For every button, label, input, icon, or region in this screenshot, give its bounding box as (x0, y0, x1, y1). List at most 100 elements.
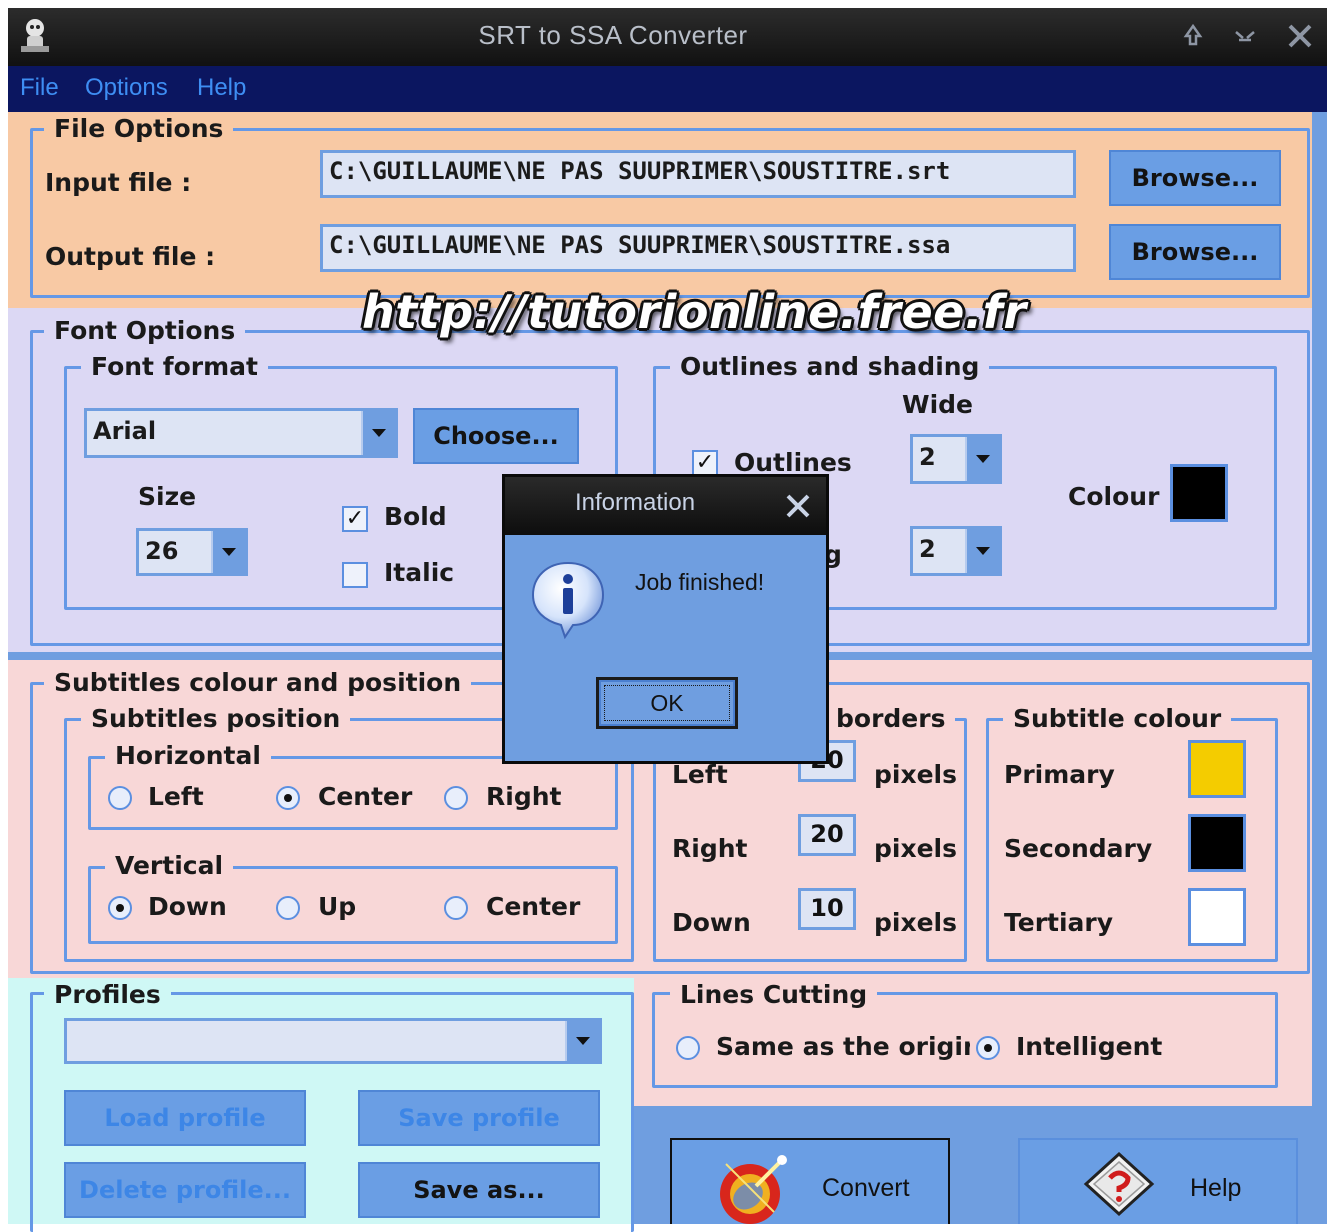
profile-select[interactable] (64, 1018, 602, 1064)
chevron-down-icon[interactable] (361, 411, 395, 455)
menu-help[interactable]: Help (197, 74, 246, 102)
lines-cutting-title: Lines Cutting (670, 980, 878, 1010)
h-left-radio[interactable] (108, 786, 132, 810)
lines-cutting-panel: Lines Cutting Same as the origina Intell… (634, 978, 1312, 1106)
v-center-label: Center (486, 892, 581, 921)
watermark-url: http://tutorionline.free.fr (362, 285, 1027, 339)
output-browse-button[interactable]: Browse... (1109, 224, 1281, 280)
chevron-down-icon[interactable] (965, 437, 999, 481)
italic-checkbox[interactable] (342, 562, 368, 588)
pin-icon[interactable] (1178, 22, 1208, 52)
size-select[interactable]: 26 (136, 528, 248, 576)
outlines-checkbox[interactable]: ✓ (692, 450, 718, 476)
intelligent-radio[interactable] (976, 1036, 1000, 1060)
help-button[interactable]: Help (1018, 1138, 1298, 1224)
bold-label: Bold (384, 502, 447, 531)
title-bar: SRT to SSA Converter (8, 8, 1327, 66)
input-browse-button[interactable]: Browse... (1109, 150, 1281, 206)
same-as-original-label: Same as the origina (716, 1032, 970, 1061)
italic-label: Italic (384, 558, 455, 587)
menu-bar: File Options Help (8, 66, 1327, 112)
delete-profile-button[interactable]: Delete profile... (64, 1162, 306, 1218)
subtitle-colour-title: Subtitle colour (1003, 704, 1232, 734)
chevron-down-icon[interactable] (211, 531, 245, 573)
outlines-label: Outlines (734, 448, 852, 477)
dialog-message: Job finished! (635, 569, 765, 595)
border-left-unit: pixels (874, 760, 957, 789)
ok-button[interactable]: OK (596, 677, 738, 729)
output-file-field[interactable]: C:\GUILLAUME\NE PAS SUUPRIMER\SOUSTITRE.… (320, 224, 1076, 272)
close-icon[interactable] (1284, 20, 1316, 52)
dialog-close-icon[interactable] (783, 491, 813, 521)
colour-label: Colour (1068, 482, 1160, 511)
minimize-icon[interactable] (1230, 22, 1260, 52)
ok-label: OK (650, 690, 684, 716)
v-up-label: Up (318, 892, 357, 921)
chevron-down-icon[interactable] (965, 529, 999, 573)
border-down-unit: pixels (874, 908, 957, 937)
file-options-title: File Options (44, 114, 234, 144)
vertical-title: Vertical (105, 851, 234, 881)
info-icon (529, 559, 607, 641)
same-as-original-radio[interactable] (676, 1036, 700, 1060)
bold-checkbox[interactable]: ✓ (342, 506, 368, 532)
font-select-value: Arial (93, 417, 157, 445)
horizontal-title: Horizontal (105, 741, 271, 771)
save-as-button[interactable]: Save as... (358, 1162, 600, 1218)
h-center-label: Center (318, 782, 413, 811)
file-options-panel: File Options Input file : C:\GUILLAUME\N… (8, 112, 1312, 308)
v-up-radio[interactable] (276, 896, 300, 920)
output-file-label: Output file : (45, 242, 216, 271)
tertiary-colour-label: Tertiary (1004, 908, 1114, 937)
v-down-label: Down (148, 892, 227, 921)
outline-colour-swatch[interactable] (1170, 464, 1228, 522)
v-down-radio[interactable] (108, 896, 132, 920)
font-options-title: Font Options (44, 316, 246, 346)
profiles-panel: Profiles Load profile Save profile Delet… (8, 978, 634, 1232)
dialog-title-bar: Information (505, 477, 826, 535)
outline-wide-select[interactable]: 2 (910, 434, 1002, 484)
choose-font-button[interactable]: Choose... (413, 408, 579, 464)
help-label: Help (1190, 1174, 1242, 1202)
border-down-label: Down (672, 908, 751, 937)
primary-colour-label: Primary (1004, 760, 1115, 789)
tertiary-colour-swatch[interactable] (1188, 888, 1246, 946)
h-right-radio[interactable] (444, 786, 468, 810)
chevron-down-icon[interactable] (565, 1021, 599, 1061)
size-label: Size (138, 482, 197, 511)
border-down-input[interactable]: 10 (798, 888, 856, 930)
menu-file[interactable]: File (20, 74, 59, 102)
save-profile-button[interactable]: Save profile (358, 1090, 600, 1146)
borders-title: borders (826, 704, 956, 734)
input-file-label: Input file : (45, 168, 192, 197)
primary-colour-swatch[interactable] (1188, 740, 1246, 798)
information-dialog: Information Job finished! OK (502, 474, 829, 764)
border-right-label: Right (672, 834, 748, 863)
secondary-colour-swatch[interactable] (1188, 814, 1246, 872)
load-profile-button[interactable]: Load profile (64, 1090, 306, 1146)
convert-button[interactable]: Convert (670, 1138, 950, 1224)
wide-label: Wide (902, 390, 973, 419)
input-file-field[interactable]: C:\GUILLAUME\NE PAS SUUPRIMER\SOUSTITRE.… (320, 150, 1076, 198)
help-key-icon (1080, 1148, 1158, 1222)
font-select[interactable]: Arial (84, 408, 398, 458)
h-left-label: Left (148, 782, 204, 811)
subtitles-position-title: Subtitles position (81, 704, 351, 734)
border-right-unit: pixels (874, 834, 957, 863)
border-right-input[interactable]: 20 (798, 814, 856, 856)
dialog-title: Information (575, 489, 696, 516)
border-left-label: Left (672, 760, 728, 789)
h-right-label: Right (486, 782, 562, 811)
shading-wide-select[interactable]: 2 (910, 526, 1002, 576)
menu-options[interactable]: Options (85, 74, 168, 102)
intelligent-label: Intelligent (1016, 1032, 1163, 1061)
secondary-colour-label: Secondary (1004, 834, 1153, 863)
v-center-radio[interactable] (444, 896, 468, 920)
size-select-value: 26 (145, 537, 179, 565)
subtitles-title: Subtitles colour and position (44, 668, 472, 698)
profiles-title: Profiles (44, 980, 171, 1010)
h-center-radio[interactable] (276, 786, 300, 810)
convert-label: Convert (822, 1174, 910, 1202)
font-format-title: Font format (81, 352, 268, 382)
shading-wide-value: 2 (919, 535, 936, 563)
